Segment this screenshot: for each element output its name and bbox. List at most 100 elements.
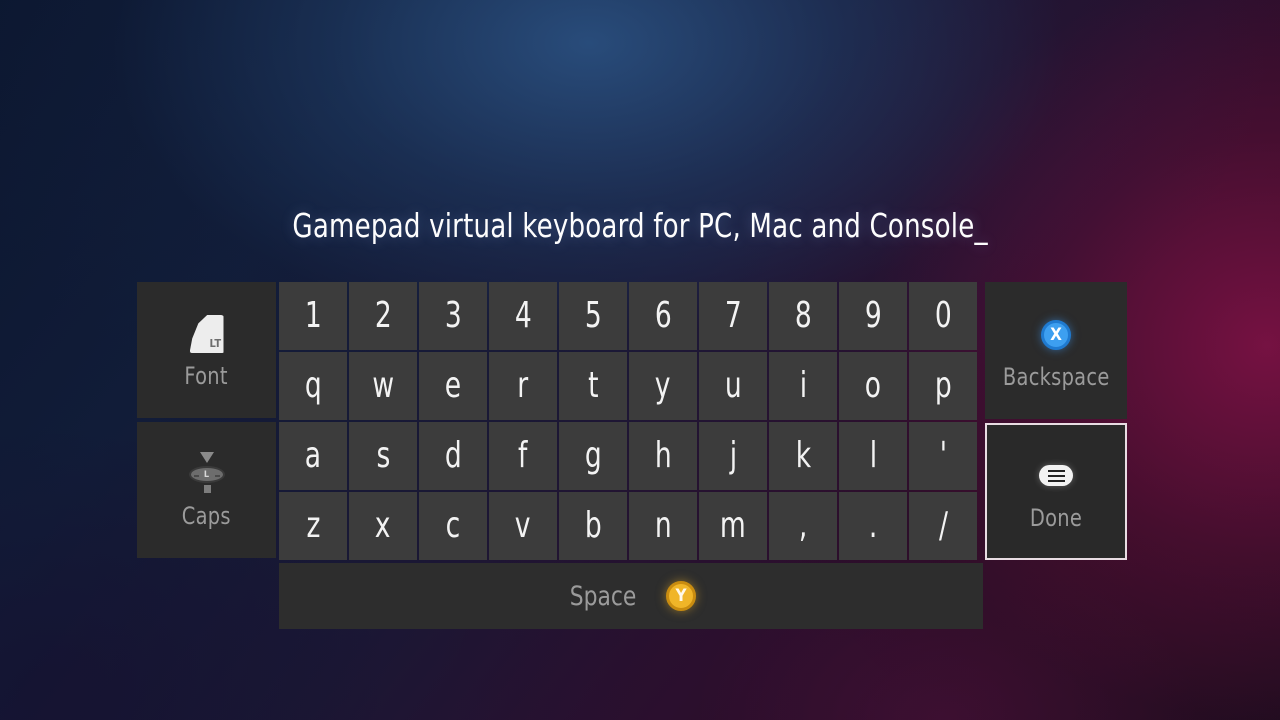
key-label: j [729, 435, 737, 476]
key-,[interactable]: , [769, 492, 837, 560]
done-button[interactable]: Done [985, 423, 1127, 560]
key-m[interactable]: m [699, 492, 767, 560]
font-button-label: Font [184, 362, 229, 390]
key-label: t [587, 365, 599, 406]
key-grid: 1 2 3 4 5 6 7 8 9 0 q w e r t y u i o p a s d f g h j k l ' z x c v b n m,. / [279, 282, 983, 560]
key-u[interactable]: u [699, 352, 767, 420]
done-button-label: Done [1029, 503, 1083, 532]
key-label: y [655, 365, 671, 406]
key-b[interactable]: b [559, 492, 627, 560]
key-label: 7 [724, 295, 742, 336]
key-'[interactable]: ' [909, 422, 977, 490]
backspace-button-label: Backspace [1002, 362, 1110, 391]
key-z[interactable]: z [279, 492, 347, 560]
virtual-keyboard: LT Font L Caps 1 2 3 4 5 6 7 8 9 0 q w e r t y u i o p a s d f g… [137, 282, 1127, 630]
key-6[interactable]: 6 [629, 282, 697, 350]
key-label: h [654, 435, 672, 476]
key-a[interactable]: a [279, 422, 347, 490]
backspace-button[interactable]: X Backspace [985, 282, 1127, 419]
key-label: n [654, 505, 672, 546]
key-8[interactable]: 8 [769, 282, 837, 350]
text-entry-display: Gamepad virtual keyboard for PC, Mac and… [0, 206, 1280, 245]
key-s[interactable]: s [349, 422, 417, 490]
key-label: q [304, 365, 322, 406]
key-label: s [376, 435, 390, 476]
lt-trigger-icon: LT [186, 310, 228, 358]
key-label: u [724, 365, 742, 406]
key-label: i [799, 365, 807, 406]
key-label: b [584, 505, 602, 546]
key-d[interactable]: d [419, 422, 487, 490]
key-l[interactable]: l [839, 422, 907, 490]
key-label: o [864, 365, 882, 406]
key-label: 6 [654, 295, 672, 336]
y-button-icon: Y [666, 581, 697, 611]
key-1[interactable]: 1 [279, 282, 347, 350]
key-label: p [934, 365, 952, 406]
key-i[interactable]: i [769, 352, 837, 420]
space-button-label: Space [569, 580, 637, 612]
key-label: / [938, 505, 948, 546]
key-0[interactable]: 0 [909, 282, 977, 350]
key-label: 9 [864, 295, 882, 336]
key-e[interactable]: e [419, 352, 487, 420]
key-h[interactable]: h [629, 422, 697, 490]
key-.[interactable]: . [839, 492, 907, 560]
key-5[interactable]: 5 [559, 282, 627, 350]
key-p[interactable]: p [909, 352, 977, 420]
font-button[interactable]: LT Font [137, 282, 276, 418]
key-t[interactable]: t [559, 352, 627, 420]
key-w[interactable]: w [349, 352, 417, 420]
key-/[interactable]: / [909, 492, 977, 560]
key-row: a s d f g h j k l ' [279, 422, 983, 490]
key-label: k [795, 435, 811, 476]
key-label: 4 [514, 295, 532, 336]
caps-button[interactable]: L Caps [137, 422, 276, 558]
key-row: qwertyuiop [279, 352, 983, 420]
key-c[interactable]: c [419, 492, 487, 560]
key-n[interactable]: n [629, 492, 697, 560]
key-label: 5 [584, 295, 602, 336]
key-label: , [798, 505, 808, 546]
key-y[interactable]: y [629, 352, 697, 420]
key-3[interactable]: 3 [419, 282, 487, 350]
key-label: 1 [304, 295, 322, 336]
key-g[interactable]: g [559, 422, 627, 490]
key-k[interactable]: k [769, 422, 837, 490]
space-button[interactable]: Space Y [279, 563, 983, 629]
lt-trigger-icon-label: LT [209, 337, 222, 350]
key-q[interactable]: q [279, 352, 347, 420]
entered-text: Gamepad virtual keyboard for PC, Mac and… [292, 206, 988, 245]
key-label: 8 [794, 295, 812, 336]
x-button-icon: X [1041, 311, 1071, 359]
left-stick-icon: L [184, 450, 230, 498]
key-label: . [868, 505, 878, 546]
key-label: x [375, 505, 391, 546]
key-label: 3 [444, 295, 462, 336]
key-label: m [720, 505, 746, 546]
key-label: d [444, 435, 462, 476]
key-label: ' [939, 435, 947, 476]
key-row: 1 2 3 4 5 6 7 8 9 0 [279, 282, 983, 350]
key-x[interactable]: x [349, 492, 417, 560]
key-label: e [444, 365, 462, 406]
key-v[interactable]: v [489, 492, 557, 560]
key-2[interactable]: 2 [349, 282, 417, 350]
key-label: w [372, 365, 394, 406]
key-f[interactable]: f [489, 422, 557, 490]
key-4[interactable]: 4 [489, 282, 557, 350]
key-label: v [515, 505, 531, 546]
key-label: z [306, 505, 320, 546]
key-label: g [584, 435, 602, 476]
key-label: l [869, 435, 877, 476]
key-o[interactable]: o [839, 352, 907, 420]
key-j[interactable]: j [699, 422, 767, 490]
key-label: r [517, 365, 529, 406]
key-row: z x c v b n m,. / [279, 492, 983, 560]
menu-button-icon [1039, 452, 1073, 500]
key-label: 0 [934, 295, 952, 336]
key-7[interactable]: 7 [699, 282, 767, 350]
key-label: a [304, 435, 322, 476]
key-9[interactable]: 9 [839, 282, 907, 350]
key-r[interactable]: r [489, 352, 557, 420]
